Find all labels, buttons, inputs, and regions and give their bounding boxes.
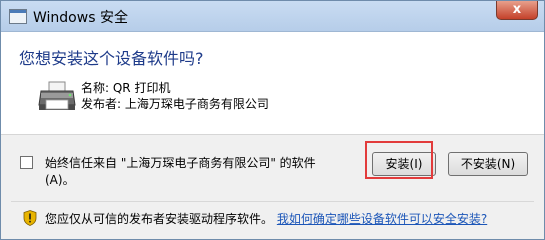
warning-divider bbox=[11, 201, 534, 202]
security-dialog: Windows 安全 x 您想安装这个设备软件吗? 名称: QR 打印机 发布者… bbox=[0, 0, 545, 240]
printer-icon bbox=[38, 81, 76, 110]
warning-message: 您应仅从可信的发布者安装驱动程序软件。 我如何确定哪些设备软件可以安全安装? bbox=[45, 210, 487, 227]
close-button[interactable]: x bbox=[496, 1, 538, 20]
device-info: 名称: QR 打印机 发布者: 上海万琛电子商务有限公司 bbox=[81, 80, 269, 112]
shield-icon bbox=[23, 210, 37, 226]
title-bar[interactable]: Windows 安全 x bbox=[1, 1, 544, 32]
always-trust-checkbox[interactable] bbox=[20, 156, 33, 169]
device-publisher: 发布者: 上海万琛电子商务有限公司 bbox=[81, 97, 269, 111]
install-question: 您想安装这个设备软件吗? bbox=[19, 49, 204, 68]
window-icon bbox=[9, 9, 27, 24]
install-highlight-box bbox=[365, 141, 433, 179]
device-name: 名称: QR 打印机 bbox=[81, 81, 171, 95]
dont-install-button[interactable]: 不安装(N) bbox=[448, 152, 528, 176]
help-link[interactable]: 我如何确定哪些设备软件可以安全安装? bbox=[277, 212, 487, 226]
window-title: Windows 安全 bbox=[33, 10, 128, 26]
warning-text: 您应仅从可信的发布者安装驱动程序软件。 bbox=[45, 212, 274, 226]
always-trust-label[interactable]: 始终信任来自 "上海万琛电子商务有限公司" 的软件 (A)。 bbox=[45, 155, 345, 189]
